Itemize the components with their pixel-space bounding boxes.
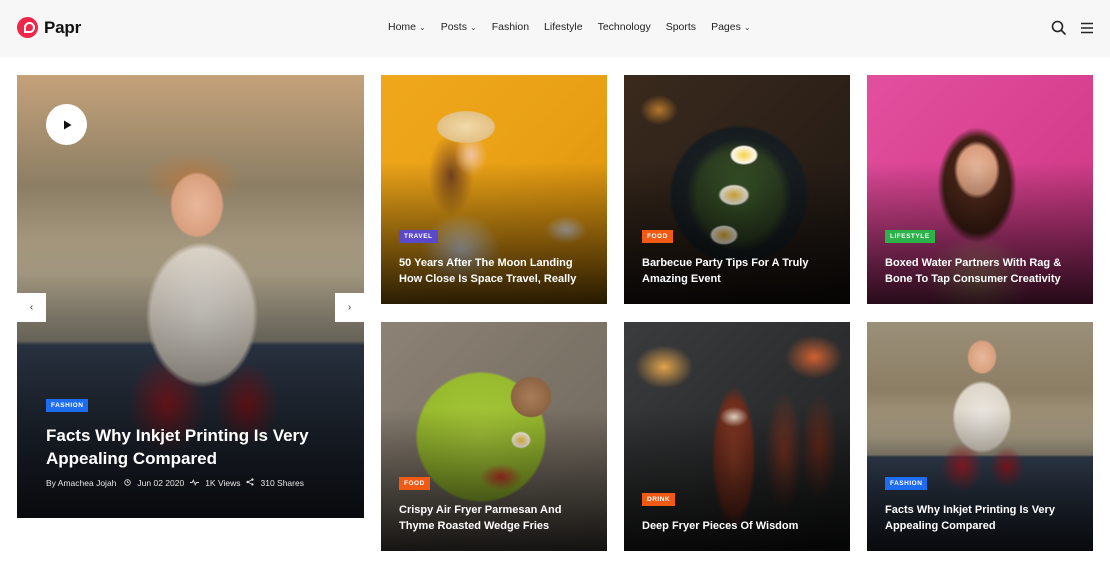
nav-item-technology[interactable]: Technology [598, 21, 651, 33]
hero-shares: 310 Shares [260, 478, 304, 488]
nav-item-lifestyle[interactable]: Lifestyle [544, 21, 583, 33]
share-icon [246, 478, 255, 488]
site-logo[interactable]: Papr [17, 17, 81, 38]
nav-label: Home [388, 21, 417, 33]
nav-item-pages[interactable]: Pages ⌄ [711, 21, 750, 33]
category-badge[interactable]: LIFESTYLE [885, 230, 935, 243]
nav-label: Technology [597, 21, 651, 33]
hero-views: 1K Views [205, 478, 241, 488]
post-title[interactable]: Crispy Air Fryer Parmesan And Thyme Roas… [399, 502, 599, 534]
chevron-down-icon: ⌄ [469, 22, 477, 32]
hero-slider[interactable]: ‹ › FASHION Facts Why Inkjet Printing Is… [17, 75, 364, 518]
clock-icon [124, 478, 132, 488]
hero-meta: By Amachea Jojah Jun 02 2020 1K Views 31… [46, 478, 304, 488]
nav-label: Lifestyle [544, 21, 583, 33]
post-title-line2: Thyme Roasted Wedge Fries [399, 520, 550, 532]
post-title-line2: Bone To Tap Consumer Creativity [885, 273, 1061, 285]
post-title[interactable]: Facts Why Inkjet Printing Is Very Appeal… [885, 502, 1085, 534]
category-badge[interactable]: TRAVEL [399, 230, 438, 243]
hero-category-badge[interactable]: FASHION [46, 399, 89, 412]
nav-label: Fashion [491, 21, 530, 33]
category-badge[interactable]: FOOD [642, 230, 673, 243]
post-card[interactable]: FOOD Crispy Air Fryer Parmesan And Thyme… [381, 322, 607, 551]
post-card[interactable]: FOOD Barbecue Party Tips For A Truly Ama… [624, 75, 850, 304]
main-nav: Home ⌄ Posts ⌄ Fashion Lifestyle Technolog… [388, 21, 766, 33]
post-title[interactable]: Boxed Water Partners With Rag & Bone To … [885, 255, 1090, 287]
menu-icon[interactable] [1079, 19, 1097, 37]
hero-title-line1: Facts Why Inkjet Printing Is Very [46, 426, 309, 445]
next-slide-button[interactable]: › [335, 293, 364, 322]
post-title-line1: Crispy Air Fryer Parmesan And [399, 504, 562, 516]
chevron-left-icon: ‹ [29, 302, 34, 313]
post-card[interactable]: LIFESTYLE Boxed Water Partners With Rag … [867, 75, 1093, 304]
hero-author[interactable]: By Amachea Jojah [46, 478, 116, 488]
chevron-down-icon: ⌄ [419, 22, 426, 32]
chevron-down-icon: ⌄ [743, 22, 751, 32]
hero-title-line2: Appealing Compared [46, 449, 217, 468]
post-card[interactable]: TRAVEL 50 Years After The Moon Landing H… [381, 75, 607, 304]
category-badge[interactable]: FASHION [885, 477, 928, 490]
nav-item-fashion[interactable]: Fashion [492, 21, 529, 33]
play-icon [63, 120, 71, 129]
post-title-line2: How Close Is Space Travel, Really [399, 273, 577, 285]
play-button[interactable] [46, 104, 87, 145]
nav-label: Posts [440, 21, 467, 33]
category-badge[interactable]: DRINK [642, 493, 676, 506]
post-title-line1: Facts Why Inkjet Printing Is Very [885, 504, 1055, 516]
search-icon[interactable] [1050, 19, 1068, 37]
nav-item-sports[interactable]: Sports [666, 21, 696, 33]
nav-item-home[interactable]: Home ⌄ [388, 21, 426, 33]
hero-date: Jun 02 2020 [137, 478, 185, 488]
brand-name: Papr [44, 17, 81, 37]
post-card[interactable]: FASHION Facts Why Inkjet Printing Is Ver… [867, 322, 1093, 551]
post-card[interactable]: DRINK Deep Fryer Pieces Of Wisdom [624, 322, 850, 551]
hero-overlay [17, 243, 364, 518]
nav-label: Sports [665, 21, 697, 33]
nav-item-posts[interactable]: Posts ⌄ [441, 21, 477, 33]
post-title-line1: Boxed Water Partners With Rag & [885, 257, 1062, 269]
post-title-line1: 50 Years After The Moon Landing [399, 257, 573, 269]
post-title-line1: Barbecue Party Tips For A Truly [642, 257, 809, 269]
post-title-line2: Amazing Event [642, 273, 721, 285]
nav-label: Pages [711, 21, 741, 33]
post-title-line2: Appealing Compared [885, 520, 996, 532]
logo-icon [17, 17, 38, 38]
hero-title[interactable]: Facts Why Inkjet Printing Is Very Appeal… [46, 424, 346, 470]
category-badge[interactable]: FOOD [399, 477, 430, 490]
post-title[interactable]: Barbecue Party Tips For A Truly Amazing … [642, 255, 842, 287]
post-title[interactable]: Deep Fryer Pieces Of Wisdom [642, 518, 842, 534]
post-title[interactable]: 50 Years After The Moon Landing How Clos… [399, 255, 599, 287]
pulse-icon [190, 478, 200, 488]
site-header: Papr Home ⌄ Posts ⌄ Fashion Lifestyle Tech… [0, 0, 1110, 57]
chevron-right-icon: › [347, 302, 352, 313]
prev-slide-button[interactable]: ‹ [17, 293, 46, 322]
post-title-line1: Deep Fryer Pieces Of Wisdom [642, 520, 799, 532]
